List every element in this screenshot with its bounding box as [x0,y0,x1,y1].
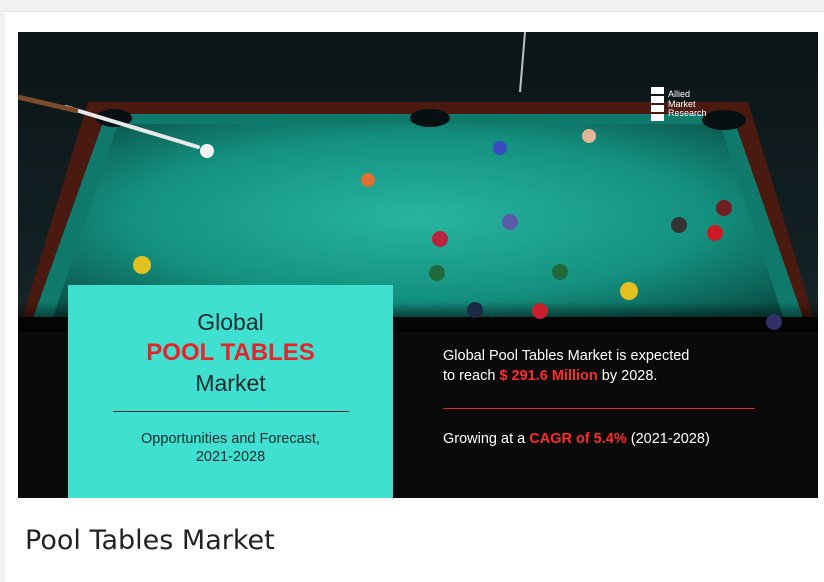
banner-title-box: Global POOL TABLES Market Opportunities … [68,285,393,498]
stats-line-2: to reach $ 291.6 Million by 2028. [443,368,657,384]
stats-line-3-prefix: Growing at a [443,431,526,447]
allied-market-research-logo: Allied Market Research [651,87,731,131]
logo-mark-icon [651,87,664,123]
market-banner-image[interactable]: Allied Market Research Global POOL TABLE… [18,32,818,498]
banner-title-pool-tables: POOL TABLES [146,339,315,366]
stats-line-2-suffix: by 2028. [601,368,658,384]
cagr-value: CAGR of 5.4% [529,431,627,447]
stats-line-2-prefix: to reach [443,368,496,384]
article-card: Allied Market Research Global POOL TABLE… [5,11,824,582]
stats-line-1: Global Pool Tables Market is expected [443,348,690,364]
market-value: $ 291.6 Million [499,368,598,384]
banner-subtitle-line-2: 2021-2028 [195,449,266,465]
banner-title-market: Market [195,370,266,396]
banner-subtitle-line-1: Opportunities and Forecast, [141,431,320,447]
logo-word-3: Research [668,108,707,118]
banner-subtitle: Opportunities and Forecast, 2021-2028 [68,430,393,466]
stats-line-3: Growing at a CAGR of 5.4% (2021-2028) [443,431,710,447]
stats-line-3-suffix: (2021-2028) [630,431,710,447]
stats-divider [443,408,755,409]
banner-title-global: Global [197,309,264,335]
image-caption[interactable]: Pool Tables Market [25,525,275,556]
banner-divider [113,411,349,412]
